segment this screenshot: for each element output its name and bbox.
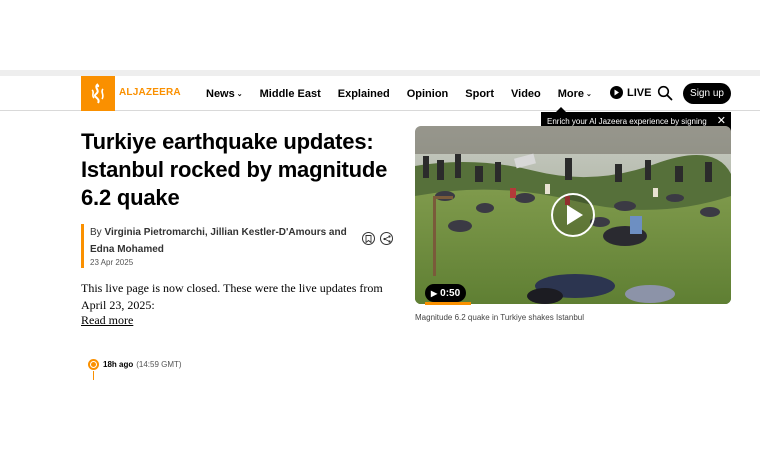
nav-item-label: Sport (465, 87, 494, 100)
publish-date: 23 Apr 2025 (90, 258, 134, 267)
timeline-ago: 18h ago (103, 360, 134, 369)
search-icon[interactable] (657, 85, 673, 101)
byline-prefix: By (90, 227, 102, 238)
timeline-entry: 18h ago (14:59 GMT) (88, 359, 182, 370)
play-icon (610, 86, 623, 99)
video-duration: 0:50 (440, 287, 461, 299)
main-nav: News ⌄ Middle East Explained Opinion Spo… (206, 76, 609, 111)
byline-authors[interactable]: Virginia Pietromarchi, Jillian Kestler-D… (90, 227, 347, 255)
article-headline: Turkiye earthquake updates: Istanbul roc… (81, 129, 388, 210)
live-button[interactable]: LIVE (610, 86, 651, 99)
live-label: LIVE (627, 86, 652, 99)
timeline-dot-icon (88, 359, 99, 370)
brand-name[interactable]: ALJAZEERA (119, 87, 181, 98)
timeline-time: (14:59 GMT) (136, 360, 182, 369)
nav-item-label: Explained (337, 87, 390, 100)
nav-item-label: News (206, 87, 235, 100)
logo-mark[interactable] (81, 76, 115, 111)
nav-item-opinion[interactable]: Opinion (407, 88, 449, 100)
nav-item-label: Opinion (406, 87, 449, 100)
byline: By Virginia Pietromarchi, Jillian Kestle… (81, 224, 371, 268)
byline-authors-line: By Virginia Pietromarchi, Jillian Kestle… (90, 224, 371, 258)
article-summary: This live page is now closed. These were… (81, 281, 383, 312)
read-more-link[interactable]: Read more (81, 313, 133, 328)
timeline-line (93, 371, 94, 380)
nav-item-video[interactable]: Video (511, 88, 541, 100)
share-button[interactable] (380, 232, 393, 245)
bookmark-icon (365, 234, 372, 243)
video-thumbnail-image (415, 126, 731, 304)
chevron-down-icon: ⌄ (586, 90, 592, 98)
nav-item-explained[interactable]: Explained (338, 88, 390, 100)
nav-item-label: Middle East (259, 87, 321, 100)
video-duration-badge: ▶ 0:50 (425, 284, 467, 302)
nav-item-more[interactable]: More ⌄ (558, 88, 592, 100)
signup-button[interactable]: Sign up (683, 83, 731, 104)
video-player[interactable] (415, 126, 731, 304)
nav-item-middle-east[interactable]: Middle East (260, 88, 321, 100)
video-caption: Magnitude 6.2 quake in Turkiye shakes Is… (415, 313, 584, 322)
share-icon (382, 234, 391, 243)
chevron-down-icon: ⌄ (236, 90, 243, 98)
nav-item-sport[interactable]: Sport (465, 88, 494, 100)
nav-item-news[interactable]: News ⌄ (206, 88, 243, 100)
bookmark-button[interactable] (362, 232, 375, 245)
navbar: ALJAZEERA News ⌄ Middle East Explained O… (0, 76, 760, 111)
aljazeera-logo-icon (91, 82, 104, 104)
nav-item-label: Video (511, 87, 541, 100)
play-icon: ▶ (431, 288, 438, 298)
video-progress-bar (425, 302, 471, 305)
nav-item-label: More (557, 87, 585, 100)
